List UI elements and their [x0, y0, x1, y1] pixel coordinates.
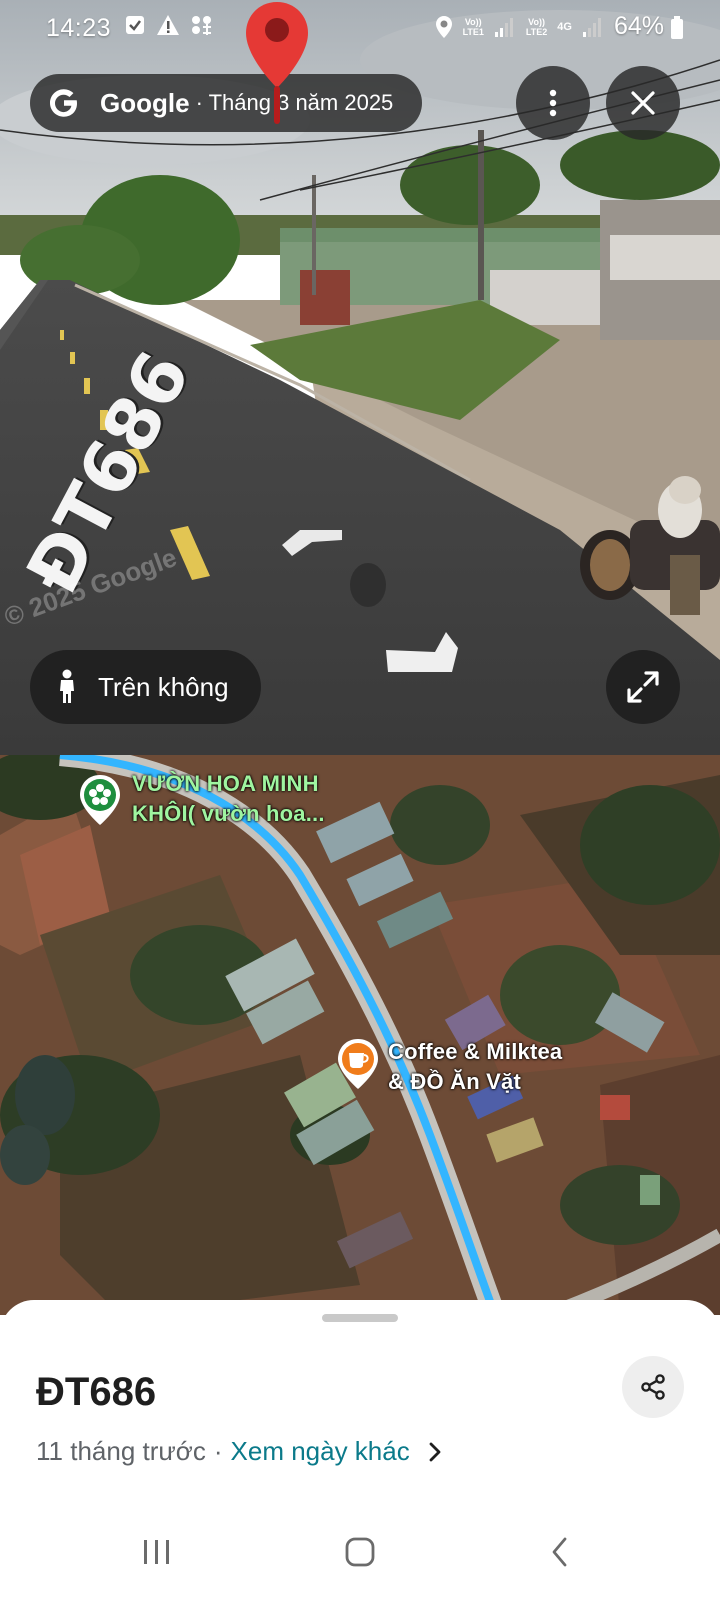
place-title: ĐT686 [36, 1370, 157, 1414]
see-other-dates-link[interactable]: Xem ngày khác [231, 1436, 410, 1467]
separator: · [213, 1436, 223, 1466]
capture-info-row: 11 tháng trước · Xem ngày khác [36, 1436, 442, 1467]
poi-label-flower-garden[interactable]: VƯỜN HOA MINH KHÔI( vườn hoa... [132, 769, 325, 829]
system-status-icons: Vo)) LTE1 Vo)) LTE2 4G 64% [435, 12, 683, 41]
home-icon [345, 1537, 375, 1567]
recent-apps-button[interactable] [127, 1527, 187, 1577]
back-icon [552, 1537, 567, 1567]
more-options-button[interactable] [516, 66, 590, 140]
home-button[interactable] [330, 1527, 390, 1577]
system-navigation-bar [0, 1505, 720, 1600]
notification-icons [124, 14, 214, 36]
expand-icon [627, 671, 659, 703]
coffee-cup-icon[interactable] [336, 1037, 380, 1091]
satellite-map[interactable]: VƯỜN HOA MINH KHÔI( vườn hoa... Coffee &… [0, 755, 720, 1315]
location-icon [435, 15, 452, 38]
poi-name-line2: KHÔI( vườn hoa... [132, 801, 325, 826]
google-g-icon [50, 89, 77, 117]
aerial-view-label: Trên không [98, 671, 229, 702]
more-vert-icon [549, 89, 557, 117]
signal-icon [582, 17, 601, 37]
chevron-right-icon[interactable] [428, 1441, 442, 1463]
battery-icon [671, 16, 683, 39]
warning-icon [157, 15, 179, 35]
checkbox-icon [126, 16, 144, 34]
network-type: 4G [557, 20, 572, 33]
satellite-imagery[interactable] [0, 755, 720, 1315]
pegman-icon [60, 669, 74, 703]
street-view-header[interactable]: Google · Tháng 3 năm 2025 [30, 74, 422, 132]
share-icon [641, 1374, 665, 1400]
expand-button[interactable] [606, 650, 680, 724]
google-brand-label: Google [100, 87, 190, 118]
signal-icon [494, 17, 513, 37]
flower-icon[interactable] [78, 773, 122, 827]
poi-name-line1: VƯỜN HOA MINH [132, 771, 319, 796]
battery-percent: 64% [613, 12, 664, 40]
recent-apps-icon [144, 1540, 169, 1564]
poi-name-line2: & ĐỒ Ăn Vặt [388, 1069, 521, 1094]
status-time: 14:23 [46, 14, 112, 42]
share-button[interactable] [622, 1356, 684, 1418]
street-view-panorama[interactable]: ĐT686 © 2025 Google 14:23 Vo)) LTE1 Vo)) L… [0, 0, 720, 755]
close-button[interactable] [606, 66, 680, 140]
drag-handle[interactable] [322, 1314, 398, 1322]
close-icon [631, 91, 655, 115]
sim2-label: Vo)) LTE2 [525, 16, 548, 37]
poi-label-coffee[interactable]: Coffee & Milktea & ĐỒ Ăn Vặt [388, 1037, 562, 1097]
aerial-view-button[interactable]: Trên không [30, 650, 261, 724]
location-pin-icon [246, 2, 308, 124]
apps-icon [192, 16, 211, 35]
capture-age: 11 tháng trước [36, 1436, 206, 1466]
sim1-label: Vo)) LTE1 [462, 16, 484, 37]
status-bar: 14:23 Vo)) LTE1 Vo)) LTE2 4G 64% [0, 0, 720, 56]
back-button[interactable] [530, 1527, 590, 1577]
poi-name-line1: Coffee & Milktea [388, 1039, 563, 1064]
